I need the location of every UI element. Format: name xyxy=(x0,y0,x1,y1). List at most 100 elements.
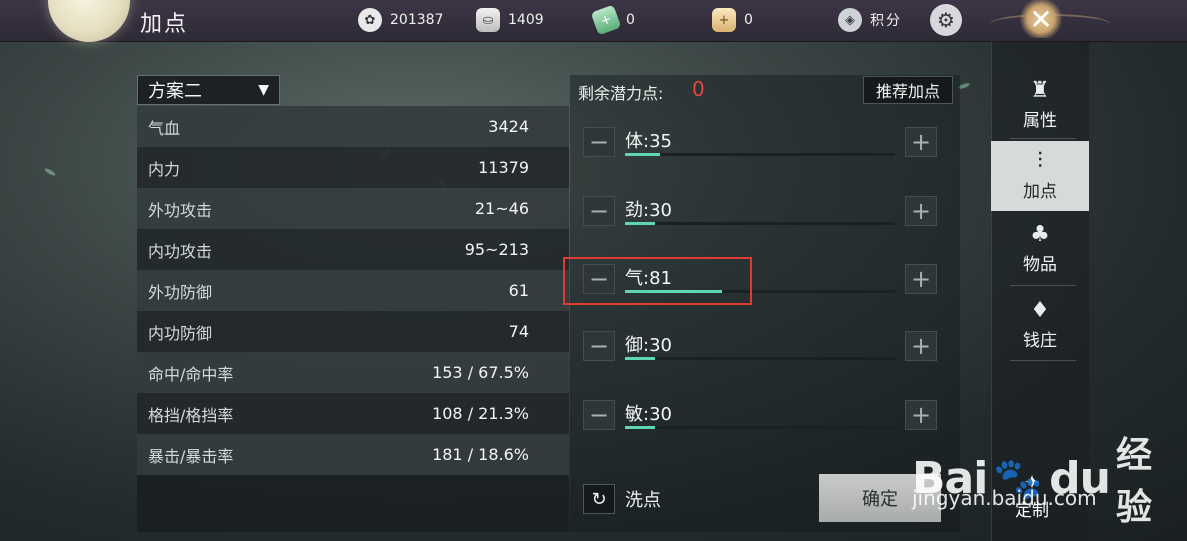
plus-icon: + xyxy=(910,265,932,293)
minus-icon: − xyxy=(588,197,610,225)
gear-icon: ⚙ xyxy=(937,8,955,32)
attribute-bar xyxy=(625,426,895,429)
tab-label: 加点 xyxy=(1023,181,1057,202)
tab-divider xyxy=(1010,285,1076,286)
stat-row: 格挡/格挡率 108 / 21.3% xyxy=(137,393,569,434)
tab-items[interactable]: ♣ 物品 xyxy=(991,214,1089,284)
stat-value: 21~46 xyxy=(474,199,529,218)
minus-icon: − xyxy=(588,401,610,429)
resource-currency-4[interactable]: + 0 xyxy=(712,8,753,32)
stat-value: 181 / 18.6% xyxy=(432,445,529,464)
stat-value: 95~213 xyxy=(464,240,529,259)
stat-row: 内功防御 74 xyxy=(137,311,569,352)
falling-leaf xyxy=(43,167,57,177)
stat-row: 外功攻击 21~46 xyxy=(137,188,569,229)
reset-label: 洗点 xyxy=(625,490,661,511)
top-bar: 加点 ✿ 201387 ⛀ 1409 + 0 + 0 ◈ 积分 ⚙ ✕ xyxy=(0,0,1187,42)
stat-label: 外功防御 xyxy=(148,282,213,302)
refresh-icon: ↻ xyxy=(583,484,615,514)
reset-points-button[interactable]: ↻ 洗点 xyxy=(583,484,661,514)
stat-value: 74 xyxy=(508,322,529,341)
tab-label: 物品 xyxy=(1023,254,1057,275)
tab-divider xyxy=(1010,360,1076,361)
resource-value: 201387 xyxy=(390,12,444,28)
attribute-row-yu: − 御:30 + xyxy=(583,331,939,371)
resource-value: 0 xyxy=(626,12,635,28)
attribute-bar xyxy=(625,222,895,225)
moon-decoration xyxy=(48,0,130,42)
increase-button[interactable]: + xyxy=(905,331,937,361)
stat-value: 11379 xyxy=(478,158,529,177)
watermark-url: jingyan.baidu.com xyxy=(912,486,1097,510)
attribute-bar-fill xyxy=(625,357,655,360)
film-reel-icon: ✿ xyxy=(358,8,382,32)
remaining-points-label: 剩余潜力点: xyxy=(578,84,664,103)
tab-label: 钱庄 xyxy=(1023,330,1057,351)
plan-dropdown[interactable]: 方案二 ▼ xyxy=(137,75,280,105)
resource-value: 0 xyxy=(744,12,753,28)
gold-ingot-add-icon: + xyxy=(712,8,736,32)
stat-row: 内力 11379 xyxy=(137,147,569,188)
increase-button[interactable]: + xyxy=(905,264,937,294)
resource-currency-1: ✿ 201387 xyxy=(358,8,443,32)
decrease-button[interactable]: − xyxy=(583,196,615,226)
attribute-bar-fill xyxy=(625,222,655,225)
stat-label: 内力 xyxy=(148,159,181,179)
stat-value: 61 xyxy=(508,281,529,300)
attribute-bar-fill xyxy=(625,153,661,156)
tab-attributes[interactable]: ♜ 属性 xyxy=(991,70,1089,140)
attribute-bar xyxy=(625,153,895,156)
remaining-points-value: 0 xyxy=(692,77,705,101)
attribute-label: 御:30 xyxy=(625,335,672,356)
decrease-button[interactable]: − xyxy=(583,331,615,361)
stat-label: 暴击/暴击率 xyxy=(148,446,234,466)
tab-divider xyxy=(1010,138,1076,139)
recommend-button[interactable]: 推荐加点 xyxy=(863,76,953,104)
tab-add-points[interactable]: ⫶ 加点 xyxy=(991,141,1089,211)
settings-button[interactable]: ⚙ xyxy=(930,4,962,36)
score-shield-icon: ◈ xyxy=(838,8,862,32)
attribute-label: 劲:30 xyxy=(625,200,672,221)
plus-icon: + xyxy=(910,401,932,429)
close-button[interactable]: ✕ xyxy=(1018,0,1064,38)
money-bag-icon: ♦ xyxy=(1030,297,1050,323)
stat-value: 108 / 21.3% xyxy=(432,404,529,423)
minus-icon: − xyxy=(588,332,610,360)
attribute-bar xyxy=(625,357,895,360)
stat-label: 内功防御 xyxy=(148,323,213,343)
resource-currency-2: ⛀ 1409 xyxy=(476,8,544,32)
attribute-label: 敏:30 xyxy=(625,404,672,425)
score-label: 积分 xyxy=(870,13,902,29)
resource-currency-3[interactable]: + 0 xyxy=(590,4,635,36)
attribute-row-min: − 敏:30 + xyxy=(583,400,939,440)
increase-button[interactable]: + xyxy=(905,127,937,157)
silver-ingot-icon: ⛀ xyxy=(476,8,500,32)
attribute-label: 体:35 xyxy=(625,131,672,152)
stat-row: 内功攻击 95~213 xyxy=(137,229,569,270)
stat-label: 内功攻击 xyxy=(148,241,213,261)
sliders-icon: ⫶ xyxy=(1037,148,1043,174)
chevron-down-icon: ▼ xyxy=(258,82,269,98)
stat-value: 3424 xyxy=(488,117,529,136)
baidu-jingyan-watermark: Bai 🐾 du 经验 xyxy=(912,426,1187,530)
attribute-row-ti: − 体:35 + xyxy=(583,127,939,167)
tab-label: 属性 xyxy=(1023,110,1057,131)
stat-label: 气血 xyxy=(148,118,181,138)
stat-label: 格挡/格挡率 xyxy=(148,405,234,425)
watermark-suffix: 经验 xyxy=(1115,435,1152,528)
bag-icon: ♣ xyxy=(1030,221,1050,247)
stat-row: 命中/命中率 153 / 67.5% xyxy=(137,352,569,393)
score-button[interactable]: ◈ 积分 xyxy=(838,8,902,32)
stat-row: 外功防御 61 xyxy=(137,270,569,311)
plan-selected-value: 方案二 xyxy=(148,81,202,102)
resource-value: 1409 xyxy=(508,12,544,28)
minus-icon: − xyxy=(588,128,610,156)
plus-icon: + xyxy=(910,128,932,156)
increase-button[interactable]: + xyxy=(905,196,937,226)
tab-bank[interactable]: ♦ 钱庄 xyxy=(991,290,1089,360)
stat-row: 暴击/暴击率 181 / 18.6% xyxy=(137,434,569,475)
decrease-button[interactable]: − xyxy=(583,127,615,157)
attribute-bar-fill xyxy=(625,426,655,429)
decrease-button[interactable]: − xyxy=(583,400,615,430)
stats-panel: 气血 3424 内力 11379 外功攻击 21~46 内功攻击 95~213 外功防御… xyxy=(137,106,569,532)
